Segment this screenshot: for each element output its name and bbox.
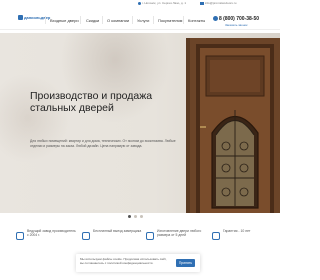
nav-item-discounts[interactable]: Скидки — [86, 18, 99, 23]
slider-dot[interactable] — [140, 215, 143, 218]
cookie-accept-button[interactable]: Принять — [176, 259, 195, 267]
shield-icon — [212, 232, 220, 240]
callback-link[interactable]: Заказать звонок — [225, 23, 247, 27]
logo-text: даниэльдвер — [24, 15, 51, 20]
hero-description: Для любых помещений: квартир и для дома,… — [30, 139, 176, 148]
nav-separator — [102, 16, 103, 24]
cookie-banner: Мы используем файлы cookie. Продолжая ис… — [76, 254, 200, 272]
hero-title: Производство и продажа стальных дверей — [30, 90, 153, 114]
feature-label: Изготовление двери любого размера от 5 д… — [157, 229, 202, 238]
slider-dot[interactable] — [128, 215, 131, 218]
nav-item-about[interactable]: О компании — [107, 18, 129, 23]
nav-item-contacts[interactable]: Контакты — [188, 18, 205, 23]
nav-item-doors[interactable]: Входные двери — [50, 18, 79, 23]
factory-icon — [16, 232, 24, 240]
cookie-text: Мы используем файлы cookie. Продолжая ис… — [80, 257, 167, 265]
email-link[interactable]: info@promstal-doors.ru — [205, 1, 236, 5]
nav-separator — [132, 16, 133, 24]
feature-label: Гарантия - 10 лет — [223, 229, 251, 233]
nav-separator — [183, 16, 184, 24]
door-image — [186, 38, 280, 213]
nav-item-customers[interactable]: Покупателям — [158, 18, 182, 23]
nav-separator — [80, 16, 81, 24]
phone-icon — [213, 16, 218, 21]
city-address: г. Ногинск, ул. Сергея Лазо, д. 1 — [142, 1, 187, 5]
measuring-icon — [82, 232, 90, 240]
phone-number[interactable]: 8 (800) 700-38-50 — [219, 16, 259, 22]
location-pin-icon — [138, 2, 141, 5]
nav-item-services[interactable]: Услуги — [137, 18, 149, 23]
top-bar: г. Ногинск, ул. Сергея Лазо, д. 1 info@p… — [0, 0, 280, 9]
nav-separator — [153, 16, 154, 24]
leaf-shadow — [0, 73, 70, 163]
slider-dots — [128, 205, 146, 218]
feature-label: Ведущий завод производитель с 2004 г. — [27, 229, 76, 238]
logo-mark-icon — [18, 15, 23, 20]
mail-icon — [200, 2, 204, 5]
site-logo[interactable]: даниэльдвер — [18, 14, 50, 21]
nav-separator — [45, 16, 46, 24]
door-size-icon — [146, 232, 154, 240]
slider-dot[interactable] — [134, 215, 137, 218]
feature-label: Бесплатный выезд замерщика — [93, 229, 142, 233]
